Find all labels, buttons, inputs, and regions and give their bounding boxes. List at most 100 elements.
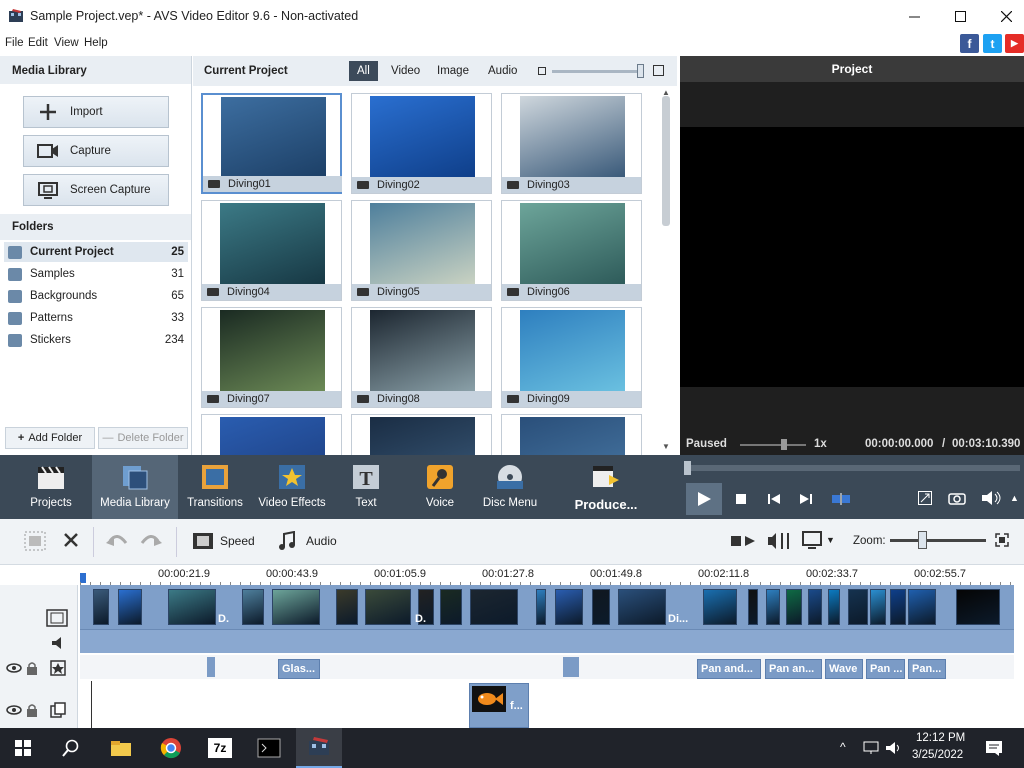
scroll-up-icon[interactable]: ▲: [662, 88, 670, 97]
video-clip[interactable]: [336, 589, 358, 625]
effect-wave[interactable]: Wave: [825, 659, 863, 679]
video-clip[interactable]: [848, 589, 868, 625]
storyboard-icon[interactable]: [24, 531, 46, 551]
video-clip[interactable]: [168, 589, 216, 625]
maximize-button[interactable]: [937, 0, 983, 32]
video-clip[interactable]: [748, 589, 758, 625]
timeline-ruler[interactable]: 00:00:21.9 00:00:43.9 00:01:05.9 00:01:2…: [80, 565, 1024, 585]
screen-capture-button[interactable]: Screen Capture: [23, 174, 169, 206]
video-clip[interactable]: [242, 589, 264, 625]
video-clip[interactable]: [365, 589, 411, 625]
effect-pan-and-zoom[interactable]: Pan an...: [765, 659, 822, 679]
overlay-clip[interactable]: f...: [469, 683, 529, 728]
snapshot-icon[interactable]: [948, 491, 966, 505]
menu-view[interactable]: View: [54, 37, 79, 49]
notification-icon[interactable]: [985, 740, 1003, 756]
folder-patterns[interactable]: Patterns 33: [4, 308, 188, 328]
effect-glass[interactable]: Glas...: [278, 659, 320, 679]
media-thumbnail[interactable]: Diving07: [201, 307, 342, 408]
media-thumbnail[interactable]: [201, 414, 342, 455]
volume-arrow-icon[interactable]: ▲: [1010, 493, 1019, 503]
import-button[interactable]: Import: [23, 96, 169, 128]
split-icon[interactable]: [832, 493, 850, 505]
clock-date[interactable]: 3/25/2022: [912, 749, 963, 761]
audio-mixer-icon[interactable]: [768, 531, 794, 551]
menu-help[interactable]: Help: [84, 37, 108, 49]
speaker-icon[interactable]: [886, 741, 902, 755]
video-clip[interactable]: [272, 589, 320, 625]
audio-button[interactable]: Audio: [278, 531, 337, 551]
text-button[interactable]: T Text: [340, 455, 392, 519]
folder-stickers[interactable]: Stickers 234: [4, 330, 188, 350]
video-clip[interactable]: [618, 589, 666, 625]
video-clip[interactable]: [908, 589, 936, 625]
aspect-ratio-dropdown[interactable]: ▼: [802, 531, 835, 549]
seek-handle[interactable]: [684, 461, 691, 475]
scroll-down-icon[interactable]: ▼: [662, 442, 670, 451]
folder-samples[interactable]: Samples 31: [4, 264, 188, 284]
video-clip[interactable]: [890, 589, 906, 625]
video-clip[interactable]: [828, 589, 840, 625]
produce-button[interactable]: Produce...: [568, 455, 644, 519]
chrome-button[interactable]: [148, 728, 194, 768]
effect-pan[interactable]: Pan...: [908, 659, 946, 679]
video-clip[interactable]: [555, 589, 583, 625]
media-thumbnail[interactable]: Diving04: [201, 200, 342, 301]
video-clip[interactable]: [786, 589, 802, 625]
video-clip[interactable]: [536, 589, 546, 625]
folder-current-project[interactable]: Current Project 25: [4, 242, 188, 262]
video-clip[interactable]: [766, 589, 780, 625]
media-thumbnail[interactable]: Diving06: [501, 200, 642, 301]
speed-handle[interactable]: [781, 439, 787, 450]
media-thumbnail[interactable]: Diving01: [201, 93, 342, 194]
video-clip[interactable]: [470, 589, 518, 625]
search-button[interactable]: [48, 728, 94, 768]
media-thumbnail[interactable]: [501, 414, 642, 455]
seek-bar[interactable]: [686, 465, 1020, 471]
eye-icon[interactable]: [6, 663, 22, 673]
minimize-button[interactable]: [891, 0, 937, 32]
video-clip[interactable]: [93, 589, 109, 625]
menu-edit[interactable]: Edit: [28, 37, 48, 49]
video-clip[interactable]: [870, 589, 886, 625]
media-thumbnail[interactable]: Diving05: [351, 200, 492, 301]
media-thumbnail[interactable]: Diving03: [501, 93, 642, 194]
video-clip[interactable]: [118, 589, 142, 625]
fit-timeline-icon[interactable]: [995, 533, 1009, 547]
media-library-button[interactable]: Media Library: [92, 455, 178, 519]
video-clip[interactable]: [703, 589, 737, 625]
fullscreen-icon[interactable]: [918, 491, 932, 505]
clock-time[interactable]: 12:12 PM: [916, 732, 965, 744]
delete-icon[interactable]: [64, 533, 78, 547]
redo-icon[interactable]: [140, 533, 162, 547]
speed-slider[interactable]: [740, 444, 806, 446]
previous-frame-icon[interactable]: [768, 494, 780, 504]
speed-button[interactable]: Speed: [192, 531, 255, 551]
transitions-button[interactable]: Transitions: [184, 455, 246, 519]
media-thumbnail[interactable]: Diving08: [351, 307, 492, 408]
folder-backgrounds[interactable]: Backgrounds 65: [4, 286, 188, 306]
media-thumbnail[interactable]: Diving09: [501, 307, 642, 408]
network-icon[interactable]: [863, 741, 879, 755]
effect-marker[interactable]: [563, 657, 579, 677]
next-frame-icon[interactable]: [800, 494, 812, 504]
media-thumbnail[interactable]: Diving02: [351, 93, 492, 194]
video-clip[interactable]: [592, 589, 610, 625]
capture-button[interactable]: Capture: [23, 135, 169, 167]
effect-pan-and-zoom[interactable]: Pan and...: [697, 659, 761, 679]
undo-icon[interactable]: [106, 533, 128, 547]
file-explorer-button[interactable]: [98, 728, 144, 768]
effect-pan[interactable]: Pan ...: [866, 659, 905, 679]
delete-folder-button[interactable]: — Delete Folder: [98, 427, 188, 449]
voice-button[interactable]: Voice: [414, 455, 466, 519]
tray-expand-icon[interactable]: ^: [840, 740, 846, 754]
lock-icon[interactable]: [26, 661, 38, 675]
7zip-button[interactable]: 7z: [197, 728, 243, 768]
zoom-handle[interactable]: [918, 531, 927, 549]
avs-taskbar-button[interactable]: [296, 728, 342, 768]
terminal-button[interactable]: [246, 728, 292, 768]
youtube-icon[interactable]: ▶: [1005, 34, 1024, 53]
volume-icon[interactable]: [982, 491, 1002, 505]
start-button[interactable]: [0, 728, 46, 768]
facebook-icon[interactable]: f: [960, 34, 979, 53]
